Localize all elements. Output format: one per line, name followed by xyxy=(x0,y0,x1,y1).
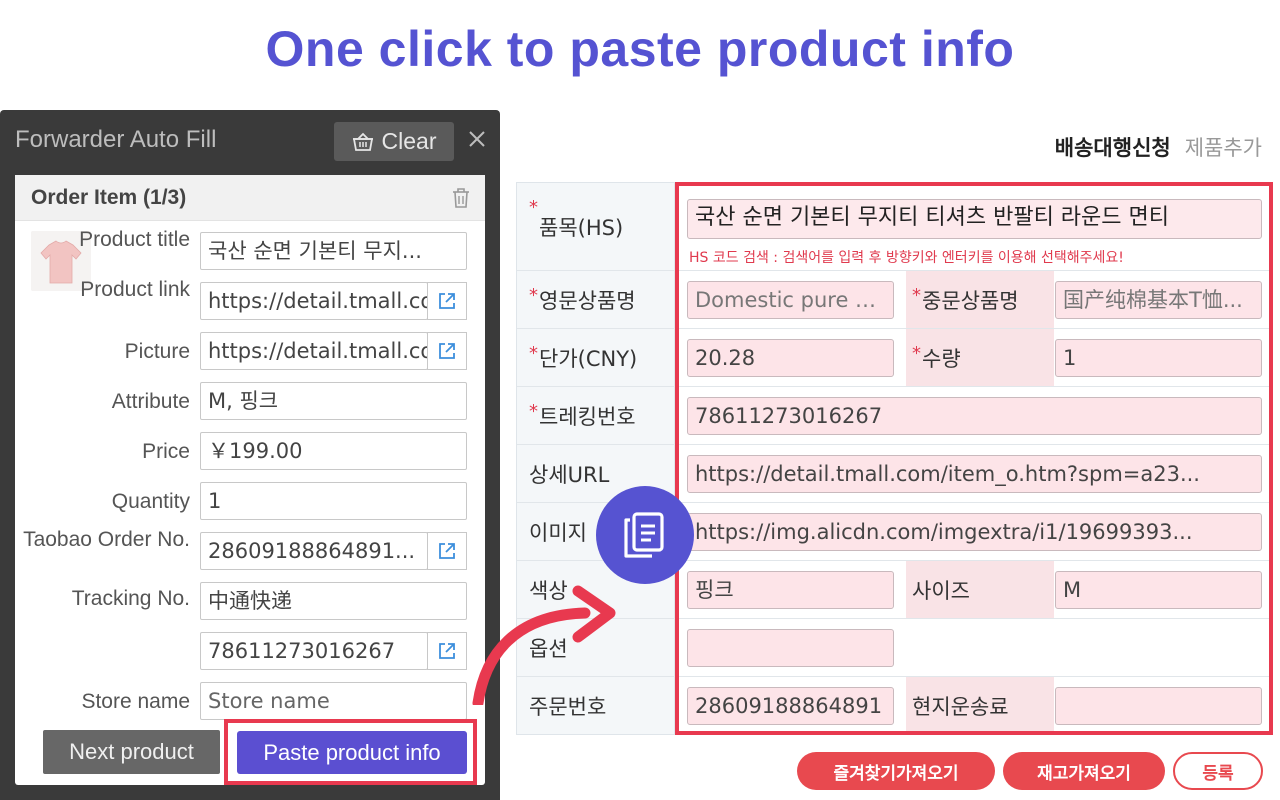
external-link-icon xyxy=(439,643,455,659)
cn-name-input[interactable]: 国产纯棉基本T恤... xyxy=(1055,281,1262,319)
en-name-input[interactable]: Domestic pure c... xyxy=(687,281,894,319)
cn-name-label: * 중문상품명 xyxy=(906,271,1054,328)
tracking-label: * 트레킹번호 xyxy=(517,387,675,444)
picture-label: Picture xyxy=(124,340,190,363)
next-product-button[interactable]: Next product xyxy=(43,730,220,774)
form-row-hs: * 품목(HS) 국산 순면 기본티 무지티 티셔츠 반팔티 라운드 면티 HS … xyxy=(517,183,1272,271)
unit-price-label: * 단가(CNY) xyxy=(517,329,675,386)
tracking-input[interactable]: 78611273016267 xyxy=(687,397,1262,435)
clear-button[interactable]: Clear xyxy=(334,122,454,161)
autofill-panel: Forwarder Auto Fill Clear Order Item (1/… xyxy=(0,110,500,800)
attribute-label: Attribute xyxy=(111,390,190,413)
product-link-open-button[interactable] xyxy=(427,282,467,320)
quantity-input[interactable]: 1 xyxy=(200,482,467,520)
taobao-order-open-button[interactable] xyxy=(427,532,467,570)
clear-label: Clear xyxy=(381,128,437,154)
tracking-carrier-input[interactable]: 中通快递 xyxy=(200,582,467,620)
en-name-label: * 영문상품명 xyxy=(517,271,675,328)
product-title-label: Product title xyxy=(79,228,190,251)
attribute-input[interactable]: M, 핑크 xyxy=(200,382,467,420)
page-tabs: 배송대행신청 제품추가 xyxy=(1055,132,1262,162)
headline: One click to paste product info xyxy=(265,21,1015,77)
qty-label: * 수량 xyxy=(906,329,1054,386)
order-item-card: Order Item (1/3) Product title 국산 순면 기본티… xyxy=(15,175,485,785)
product-title-input[interactable]: 국산 순면 기본티 무지... xyxy=(200,232,467,270)
form-row-tracking: * 트레킹번호 78611273016267 xyxy=(517,387,1272,445)
external-link-icon xyxy=(439,343,455,359)
store-name-label: Store name xyxy=(81,690,190,713)
tracking-number-input[interactable]: 78611273016267 xyxy=(200,632,428,670)
tab-add-product[interactable]: 제품추가 xyxy=(1185,132,1262,162)
hs-input[interactable]: 국산 순면 기본티 무지티 티셔츠 반팔티 라운드 면티 xyxy=(687,199,1262,239)
taobao-order-label: Taobao Order No. xyxy=(23,528,190,551)
tab-shipping-request[interactable]: 배송대행신청 xyxy=(1055,132,1171,162)
qty-input[interactable]: 1 xyxy=(1055,339,1262,377)
hs-hint: HS 코드 검색 : 검색어를 입력 후 방향키와 엔터키를 이용해 선택해주세… xyxy=(689,250,1124,266)
form-row-names: * 영문상품명 Domestic pure c... * 중문상품명 国产纯棉基本T… xyxy=(517,271,1272,329)
option-input[interactable] xyxy=(687,629,894,667)
picture-input[interactable]: https://detail.tmall.com xyxy=(200,332,428,370)
register-button[interactable]: 등록 xyxy=(1173,752,1263,790)
card-title: Order Item (1/3) xyxy=(31,185,187,209)
basket-icon xyxy=(352,132,373,151)
external-link-icon xyxy=(439,543,455,559)
product-link-input[interactable]: https://detail.tmall.com xyxy=(200,282,428,320)
price-label: Price xyxy=(142,440,190,463)
tracking-label: Tracking No. xyxy=(71,587,190,610)
size-input[interactable]: M xyxy=(1055,571,1262,609)
quantity-label: Quantity xyxy=(111,490,190,513)
favorites-button[interactable]: 즐겨찾기가져오기 xyxy=(797,752,995,790)
taobao-order-input[interactable]: 28609188864891... xyxy=(200,532,428,570)
external-link-icon xyxy=(439,293,455,309)
card-header: Order Item (1/3) xyxy=(15,175,485,221)
stock-button[interactable]: 재고가져오기 xyxy=(1003,752,1165,790)
picture-open-button[interactable] xyxy=(427,332,467,370)
local-shipping-label: 현지운송료 xyxy=(906,677,1054,734)
arrow-icon xyxy=(472,585,616,705)
store-name-input[interactable]: Store name xyxy=(200,682,467,720)
size-label: 사이즈 xyxy=(906,561,1054,618)
product-link-label: Product link xyxy=(80,278,190,301)
image-input[interactable]: https://img.alicdn.com/imgextra/i1/19699… xyxy=(687,513,1262,551)
close-icon[interactable] xyxy=(464,126,490,152)
clipboard-paste-badge xyxy=(596,486,694,584)
order-no-input[interactable]: 28609188864891 xyxy=(687,687,894,725)
paste-product-info-button[interactable]: Paste product info xyxy=(237,731,467,774)
unit-price-input[interactable]: 20.28 xyxy=(687,339,894,377)
clipboard-icon xyxy=(624,512,664,558)
detail-url-input[interactable]: https://detail.tmall.com/item_o.htm?spm=… xyxy=(687,455,1262,493)
price-input[interactable]: ￥199.00 xyxy=(200,432,467,470)
panel-title: Forwarder Auto Fill xyxy=(15,126,217,153)
trash-icon[interactable] xyxy=(451,187,471,209)
hs-label: * 품목(HS) xyxy=(517,183,675,270)
form-row-price: * 단가(CNY) 20.28 * 수량 1 xyxy=(517,329,1272,387)
color-input[interactable]: 핑크 xyxy=(687,571,894,609)
local-shipping-input[interactable] xyxy=(1055,687,1262,725)
